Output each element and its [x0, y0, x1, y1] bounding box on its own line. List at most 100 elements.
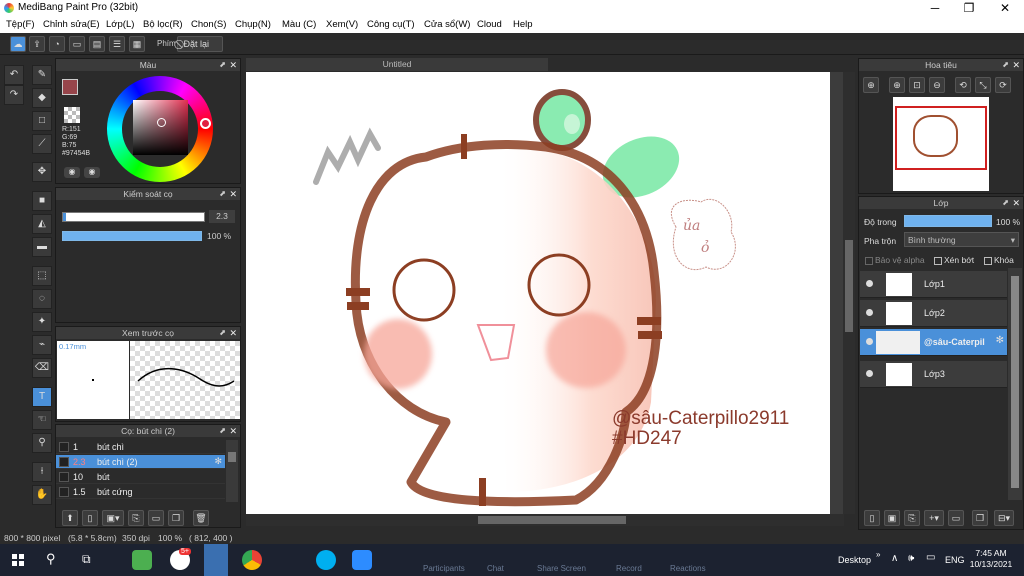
eyedropper-tool-icon[interactable]: ⚲	[32, 433, 52, 453]
eye-icon[interactable]	[866, 309, 873, 316]
canvas-vertical-scrollbar[interactable]	[843, 72, 855, 514]
eye-icon[interactable]	[866, 370, 873, 377]
menu-help[interactable]: Help	[513, 19, 533, 30]
menu-layer[interactable]: Lớp(L)	[106, 19, 134, 30]
rotate-left-icon[interactable]: ⟲	[955, 77, 971, 93]
canvas-horizontal-scrollbar[interactable]	[246, 514, 844, 526]
duplicate-icon[interactable]: ❐	[168, 510, 184, 526]
close-icon[interactable]: ✕	[229, 327, 237, 339]
folder-icon[interactable]: ▭	[948, 510, 964, 526]
redo-icon[interactable]: ↷	[4, 85, 24, 105]
menu-select[interactable]: Chon(S)	[191, 19, 226, 30]
tray-chevron-icon[interactable]: ∧	[891, 553, 898, 564]
zoom-fit-icon[interactable]: ⊡	[909, 77, 925, 93]
pin-icon[interactable]: ⬈	[1002, 59, 1009, 71]
document-icon[interactable]: ▤	[89, 36, 105, 52]
close-icon[interactable]: ✕	[1012, 59, 1020, 71]
select-pen-icon[interactable]: ⌁	[32, 335, 52, 355]
fill-rect-icon[interactable]: ■	[32, 191, 52, 211]
clipping-checkbox[interactable]: Xén bớt	[934, 255, 974, 265]
lasso-tool-icon[interactable]: ◌	[32, 289, 52, 309]
eraser-tool-icon[interactable]: ◆	[32, 88, 52, 108]
brush-item[interactable]: 1.5 bút cứng	[56, 485, 225, 499]
menu-cloud[interactable]: Cloud	[477, 19, 502, 30]
brush-item[interactable]: 10 bút	[56, 470, 225, 484]
move-tool-icon[interactable]: ✥	[32, 162, 52, 182]
brush-size-value[interactable]: 2.3	[209, 210, 235, 223]
new-halftone-layer-icon[interactable]: ▣	[884, 510, 900, 526]
hue-picker[interactable]	[200, 118, 211, 129]
menu-color[interactable]: Màu (C)	[282, 19, 316, 30]
chrome-icon[interactable]	[242, 550, 262, 570]
message-icon[interactable]: ▭	[69, 36, 85, 52]
language-indicator[interactable]: ENG	[945, 555, 965, 565]
menu-capture[interactable]: Chụp(N)	[235, 19, 271, 30]
medibang-taskbar-icon[interactable]	[204, 544, 228, 576]
chevron-icon[interactable]: »	[876, 550, 880, 559]
navigator-thumbnail[interactable]	[893, 97, 989, 191]
task-view-icon[interactable]: ⧉	[82, 552, 91, 567]
close-icon[interactable]: ✕	[229, 59, 237, 71]
brush-item[interactable]: 1 bút chì	[56, 440, 225, 454]
primary-color-swatch[interactable]	[62, 79, 78, 95]
pin-icon[interactable]: ⬈	[219, 59, 226, 71]
zoom-in-icon[interactable]: ⊕	[889, 77, 905, 93]
brush-item-selected[interactable]: 2.3 bút chì (2) ✻	[56, 455, 225, 469]
saturation-square[interactable]	[133, 100, 188, 155]
select-rect-icon[interactable]: ⬚	[32, 266, 52, 286]
notification-icon[interactable]: ▭	[926, 552, 935, 563]
eye-icon[interactable]	[866, 280, 873, 287]
taskbar-app-icon[interactable]: 5+	[170, 548, 191, 570]
list-icon[interactable]: ☰	[109, 36, 125, 52]
copy-brush-icon[interactable]: ⎘	[128, 510, 144, 526]
duplicate-icon[interactable]: ❐	[972, 510, 988, 526]
transparent-swatch[interactable]	[64, 107, 80, 123]
reset-button[interactable]: ⃠ Đặt lại	[177, 36, 223, 52]
menu-file[interactable]: Tệp(F)	[6, 19, 35, 30]
cloud-icon[interactable]: ☁	[10, 36, 26, 52]
layer-opacity-slider[interactable]	[904, 215, 992, 227]
close-icon[interactable]: ✕	[229, 188, 237, 200]
layer-menu-icon[interactable]: +▾	[924, 510, 944, 526]
menu-filter[interactable]: Bộ lọc(R)	[143, 19, 183, 30]
gradient-tool-icon[interactable]: ▬	[32, 237, 52, 257]
pin-icon[interactable]: ⬈	[1002, 197, 1009, 209]
comment-icon[interactable]: ◔	[49, 36, 65, 52]
eye-icon[interactable]	[866, 338, 873, 345]
rotate-right-icon[interactable]: ⟳	[995, 77, 1011, 93]
shape-tool-icon[interactable]: □	[32, 111, 52, 131]
menu-tools[interactable]: Công cụ(T)	[367, 19, 415, 30]
sv-picker[interactable]	[157, 118, 166, 127]
skype-icon[interactable]	[316, 550, 336, 570]
operation-tool-icon[interactable]: ☜	[32, 410, 52, 430]
palette-icon[interactable]: ◉	[64, 167, 80, 178]
desktop-toolbar[interactable]: Desktop	[838, 555, 871, 565]
brush-menu-icon[interactable]: ▣▾	[102, 510, 124, 526]
blend-mode-select[interactable]: Bình thường ▾	[904, 232, 1019, 247]
speaker-icon[interactable]: 🕪	[908, 553, 914, 564]
protect-alpha-checkbox[interactable]: Bảo vệ alpha	[865, 255, 925, 265]
dropper-icon[interactable]: ⍿	[32, 462, 52, 482]
undo-icon[interactable]: ↶	[4, 65, 24, 85]
bucket-tool-icon[interactable]: ◭	[32, 214, 52, 234]
zoom-app-icon[interactable]	[352, 550, 372, 570]
canvas-tab[interactable]: Untitled	[246, 58, 548, 71]
pin-icon[interactable]: ⬈	[219, 327, 226, 339]
layer-row[interactable]: Lớp1	[860, 271, 1007, 298]
menu-edit[interactable]: Chỉnh sửa(E)	[43, 19, 100, 30]
pin-icon[interactable]: ⬈	[219, 425, 226, 437]
hand-tool-icon[interactable]: ✋	[32, 485, 52, 505]
close-icon[interactable]: ✕	[1012, 197, 1020, 209]
brush-size-slider[interactable]	[62, 212, 205, 222]
zoom-in-icon[interactable]: ⊕	[863, 77, 879, 93]
layer-scrollbar[interactable]	[1008, 268, 1022, 500]
text-tool-icon[interactable]: T	[32, 387, 52, 407]
magic-wand-icon[interactable]: ✦	[32, 312, 52, 332]
zoom-out-icon[interactable]: ⊖	[929, 77, 945, 93]
brush-list-scrollbar[interactable]	[226, 440, 238, 502]
brush-tool-icon[interactable]: ✎	[32, 65, 52, 85]
copy-layer-icon[interactable]: ⎘	[904, 510, 920, 526]
close-icon[interactable]: ✕	[229, 425, 237, 437]
search-icon[interactable]: ⚲	[46, 551, 56, 567]
fit-screen-icon[interactable]: ⤡	[975, 77, 991, 93]
